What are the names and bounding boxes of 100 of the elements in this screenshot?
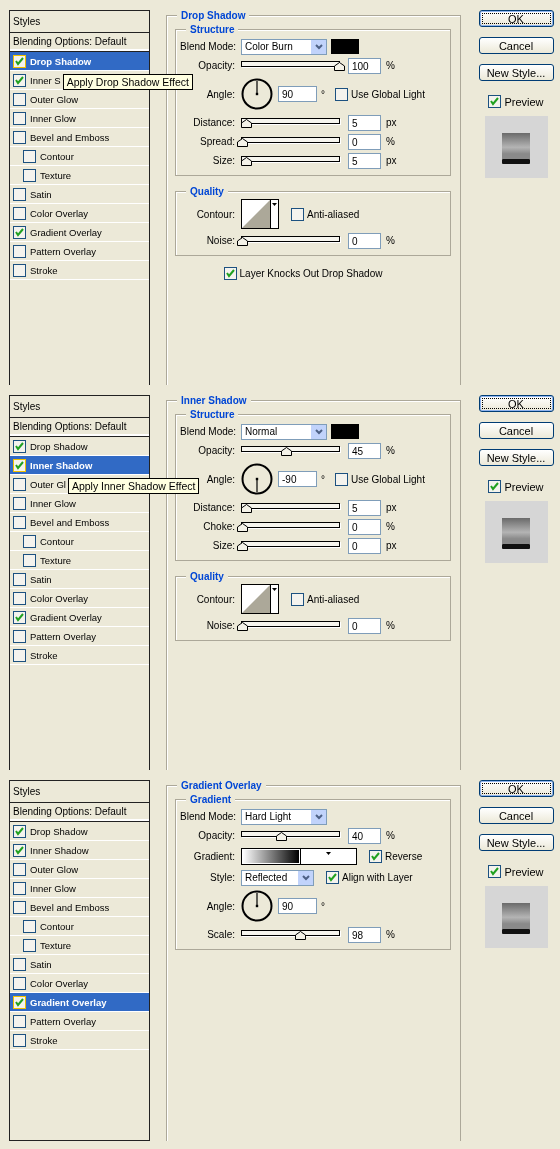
effect-item[interactable]: Stroke (10, 646, 149, 665)
effect-item[interactable]: Drop Shadow (10, 822, 149, 841)
checkbox[interactable] (13, 477, 26, 491)
checkbox[interactable] (13, 957, 26, 971)
effect-item[interactable]: Contour (10, 532, 149, 551)
checkbox-label[interactable]: Layer Knocks Out Drop Shadow (239, 268, 383, 279)
effect-item[interactable]: Pattern Overlay (10, 1012, 149, 1031)
checkbox[interactable] (13, 610, 26, 624)
button[interactable]: Cancel (478, 37, 554, 54)
effect-item[interactable]: Outer Glow (10, 90, 149, 109)
checkbox[interactable] (291, 592, 304, 606)
button[interactable]: OK (478, 780, 554, 797)
checkbox[interactable] (23, 168, 36, 182)
effect-item[interactable]: Color Overlay (10, 204, 149, 223)
checkbox[interactable] (13, 263, 26, 277)
checkbox[interactable] (23, 534, 36, 548)
blending-options-item[interactable]: Blending Options: Default (10, 418, 149, 437)
checkbox-label[interactable]: Preview (504, 865, 544, 878)
slider-thumb[interactable] (240, 157, 252, 166)
blending-options-item[interactable]: Blending Options: Default (10, 803, 149, 822)
effect-item[interactable]: Inner Glow (10, 494, 149, 513)
value-field[interactable]: 90 (278, 86, 317, 102)
checkbox-label[interactable]: Use Global Light (351, 473, 425, 485)
checkbox[interactable] (488, 865, 502, 878)
color-swatch[interactable] (331, 424, 359, 439)
dropdown[interactable]: Color Burn (241, 38, 327, 55)
button[interactable]: OK (478, 10, 554, 27)
checkbox-label[interactable]: Anti-aliased (307, 208, 360, 220)
effect-item[interactable]: Satin (10, 955, 149, 974)
effect-item[interactable]: Inner Glow (10, 879, 149, 898)
checkbox[interactable] (23, 553, 36, 567)
checkbox[interactable] (23, 149, 36, 163)
value-field[interactable]: 0 (348, 133, 381, 150)
angle-dial[interactable] (241, 78, 273, 110)
slider-thumb[interactable] (237, 523, 248, 532)
slider-thumb[interactable] (334, 62, 345, 71)
checkbox-label[interactable]: Reverse (385, 851, 423, 862)
checkbox[interactable] (13, 976, 26, 990)
checkbox[interactable] (326, 871, 339, 884)
checkbox[interactable] (13, 862, 26, 876)
value-field[interactable]: 0 (348, 537, 381, 554)
effect-item[interactable]: Color Overlay (10, 589, 149, 608)
slider-thumb[interactable] (237, 138, 248, 147)
checkbox[interactable] (488, 95, 502, 108)
checkbox[interactable] (13, 130, 26, 144)
button[interactable]: New Style... (478, 449, 554, 466)
value-field[interactable]: 100 (348, 57, 381, 74)
button[interactable]: New Style... (478, 834, 554, 851)
effect-item[interactable]: Texture (10, 936, 149, 955)
checkbox[interactable] (23, 938, 36, 952)
checkbox[interactable] (13, 244, 26, 258)
button[interactable]: Cancel (478, 807, 554, 824)
value-field[interactable]: 5 (348, 152, 381, 169)
effect-item[interactable]: Texture (10, 551, 149, 570)
checkbox[interactable] (13, 881, 26, 895)
button[interactable]: New Style... (478, 64, 554, 81)
contour-picker[interactable] (241, 199, 279, 229)
checkbox-label[interactable]: Use Global Light (351, 88, 425, 100)
checkbox[interactable] (13, 496, 26, 510)
checkbox[interactable] (13, 824, 26, 838)
effect-item[interactable]: Pattern Overlay (10, 627, 149, 646)
effect-item[interactable]: Gradient Overlay (10, 993, 149, 1012)
checkbox[interactable] (13, 92, 26, 106)
gradient-picker[interactable] (241, 848, 357, 865)
checkbox[interactable] (23, 919, 36, 933)
checkbox-label[interactable]: Preview (504, 480, 544, 493)
button[interactable]: Cancel (478, 422, 554, 439)
dropdown[interactable]: Hard Light (241, 808, 327, 825)
checkbox[interactable] (13, 515, 26, 529)
blending-options-item[interactable]: Blending Options: Default (10, 33, 149, 52)
checkbox[interactable] (13, 1033, 26, 1047)
effect-item[interactable]: Bevel and Emboss (10, 128, 149, 147)
effect-item[interactable]: Stroke (10, 1031, 149, 1050)
slider-thumb[interactable] (237, 622, 248, 631)
slider-thumb[interactable] (237, 237, 248, 246)
slider-thumb[interactable] (295, 931, 307, 940)
contour-picker[interactable] (241, 584, 279, 614)
effect-item[interactable]: Bevel and Emboss (10, 898, 149, 917)
dropdown[interactable]: Normal (241, 423, 327, 440)
checkbox[interactable] (13, 629, 26, 643)
dropdown[interactable]: Reflected (241, 869, 314, 886)
effect-item[interactable]: Stroke (10, 261, 149, 280)
checkbox[interactable] (13, 572, 26, 586)
checkbox[interactable] (488, 480, 502, 493)
checkbox[interactable] (369, 850, 382, 863)
checkbox[interactable] (13, 591, 26, 605)
value-field[interactable]: 98 (348, 926, 381, 943)
effect-item[interactable]: Gradient Overlay (10, 608, 149, 627)
button[interactable]: OK (478, 395, 554, 412)
effect-item[interactable]: Contour (10, 147, 149, 166)
checkbox[interactable] (291, 207, 304, 221)
slider-thumb[interactable] (240, 119, 252, 128)
effect-item[interactable]: Contour (10, 917, 149, 936)
checkbox[interactable] (13, 648, 26, 662)
slider-thumb[interactable] (280, 447, 292, 456)
slider-thumb[interactable] (237, 542, 248, 551)
effect-item[interactable]: Satin (10, 185, 149, 204)
checkbox[interactable] (335, 87, 348, 101)
checkbox[interactable] (223, 267, 237, 280)
checkbox-label[interactable]: Anti-aliased (307, 593, 360, 605)
